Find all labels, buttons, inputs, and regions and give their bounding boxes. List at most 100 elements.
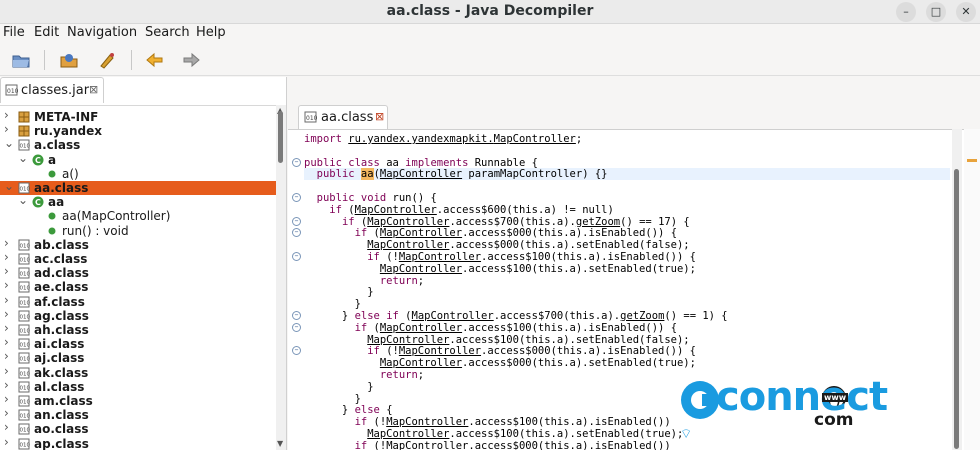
code-line[interactable]: } else if (MapController.access$700(this… xyxy=(304,310,728,322)
tree-item[interactable]: ⌄ Ca xyxy=(0,151,276,167)
tree-item[interactable]: ⌄ 010 aa.class xyxy=(0,179,276,195)
code-line[interactable]: if (!MapController.access$100(this.a).is… xyxy=(304,251,696,263)
code-line[interactable]: } else { xyxy=(304,404,393,416)
tree-item[interactable]: a() xyxy=(0,167,276,181)
fold-toggle-icon[interactable]: – xyxy=(292,216,301,226)
expand-icon[interactable]: › xyxy=(4,420,14,434)
expand-icon[interactable]: › xyxy=(4,378,14,392)
tree-item[interactable]: › 010 aj.class xyxy=(0,349,276,365)
tree-item[interactable]: › ru.yandex xyxy=(0,122,276,138)
collapse-icon[interactable]: ⌄ xyxy=(18,193,28,207)
close-button[interactable]: ✕ xyxy=(956,2,976,22)
fold-toggle-icon[interactable]: – xyxy=(292,346,301,356)
scrollbar-thumb[interactable] xyxy=(278,111,283,163)
tree-item[interactable]: ⌄ Caa xyxy=(0,193,276,209)
tree-item[interactable]: › 010 ao.class xyxy=(0,420,276,436)
expand-icon[interactable]: › xyxy=(4,335,14,349)
occurrence-marker[interactable] xyxy=(967,159,977,162)
code-line[interactable]: import ru.yandex.yandexmapkit.MapControl… xyxy=(304,133,582,145)
fold-toggle-icon[interactable]: – xyxy=(292,252,301,261)
code-line[interactable]: MapController.access$100(this.a).setEnab… xyxy=(304,334,689,346)
expand-icon[interactable]: › xyxy=(4,406,14,420)
collapse-icon[interactable]: ⌄ xyxy=(4,136,14,150)
expand-icon[interactable]: › xyxy=(4,321,14,335)
expand-icon[interactable]: › xyxy=(4,122,14,136)
tree-item[interactable]: › 010 ac.class xyxy=(0,250,276,266)
code-line[interactable]: return; xyxy=(304,275,424,287)
expand-icon[interactable]: › xyxy=(4,392,14,406)
code-line[interactable]: } xyxy=(304,393,361,405)
code-line[interactable]: } xyxy=(304,381,373,393)
code-line[interactable]: if (!MapController.access$100(this.a).is… xyxy=(304,416,671,428)
tree-item[interactable]: › 010 an.class xyxy=(0,406,276,422)
maximize-button[interactable]: □ xyxy=(926,2,946,22)
tree-item[interactable]: › META-INF xyxy=(0,108,276,124)
close-tab-icon[interactable]: ⊠ xyxy=(375,110,384,123)
expand-icon[interactable]: › xyxy=(4,250,14,264)
scroll-down-icon[interactable]: ▼ xyxy=(277,439,283,448)
expand-icon[interactable]: › xyxy=(4,364,14,378)
tree-scrollbar[interactable]: ▲ ▼ xyxy=(276,105,286,450)
tab-classes-jar[interactable]: 010 classes.jar ⊠ xyxy=(0,77,104,103)
tree-item[interactable]: › 010 ap.class xyxy=(0,435,276,450)
scrollbar-thumb[interactable] xyxy=(954,169,959,449)
code-line[interactable]: public void run() { xyxy=(304,192,437,204)
code-line[interactable]: if (MapController.access$000(this.a).isE… xyxy=(304,227,677,239)
close-tab-icon[interactable]: ⊠ xyxy=(89,83,98,96)
code-line[interactable]: MapController.access$100(this.a).setEnab… xyxy=(304,263,696,275)
tree-item[interactable]: › 010 ai.class xyxy=(0,335,276,351)
tree-item[interactable]: › 010 ah.class xyxy=(0,321,276,337)
fold-toggle-icon[interactable]: – xyxy=(292,322,301,332)
open-type-icon[interactable] xyxy=(58,50,80,70)
tree-item[interactable]: › 010 am.class xyxy=(0,392,276,408)
tree-item[interactable]: › 010 ak.class xyxy=(0,364,276,380)
expand-icon[interactable]: › xyxy=(4,236,14,250)
tree-item[interactable]: aa(MapController) xyxy=(0,209,276,223)
expand-icon[interactable]: › xyxy=(4,435,14,449)
expand-icon[interactable]: › xyxy=(4,349,14,363)
tree-item[interactable]: › 010 ae.class xyxy=(0,278,276,294)
tab-aa-class[interactable]: 010 aa.class ⊠ xyxy=(298,105,388,129)
code-line[interactable]: MapController.access$000(this.a).setEnab… xyxy=(304,239,689,251)
minimize-button[interactable]: – xyxy=(896,2,916,22)
expand-icon[interactable]: › xyxy=(4,307,14,321)
menu-search[interactable]: Search xyxy=(145,25,190,40)
expand-icon[interactable]: › xyxy=(4,278,14,292)
tree-item[interactable]: › 010 al.class xyxy=(0,378,276,394)
tree-item[interactable]: › 010 af.class xyxy=(0,293,276,309)
code-line[interactable]: if (!MapController.access$000(this.a).is… xyxy=(304,440,671,450)
tree-item[interactable]: run() : void xyxy=(0,224,276,238)
expand-icon[interactable]: › xyxy=(4,293,14,307)
code-line[interactable]: } xyxy=(304,286,373,298)
back-arrow-icon[interactable] xyxy=(144,50,166,70)
code-line[interactable]: if (MapController.access$100(this.a).isE… xyxy=(304,322,677,334)
code-line[interactable]: MapController.access$000(this.a).setEnab… xyxy=(304,357,696,369)
code-line[interactable]: return; xyxy=(304,369,424,381)
fold-toggle-icon[interactable]: – xyxy=(292,157,301,167)
code-line[interactable]: if (MapController.access$600(this.a) != … xyxy=(304,204,614,216)
collapse-icon[interactable]: ⌄ xyxy=(4,179,14,193)
fold-toggle-icon[interactable]: – xyxy=(292,193,301,202)
forward-arrow-icon[interactable] xyxy=(180,50,202,70)
code-line[interactable]: public aa(MapController paramMapControll… xyxy=(304,168,950,181)
code-line[interactable]: } xyxy=(304,298,361,310)
collapse-icon[interactable]: ⌄ xyxy=(18,151,28,165)
search-icon[interactable] xyxy=(96,50,118,70)
menu-file[interactable]: File xyxy=(3,25,25,40)
tree-item[interactable]: › 010 ag.class xyxy=(0,307,276,323)
menu-edit[interactable]: Edit xyxy=(34,25,59,40)
fold-toggle-icon[interactable]: – xyxy=(292,228,301,238)
fold-toggle-icon[interactable]: – xyxy=(292,311,301,320)
open-file-icon[interactable] xyxy=(10,50,32,70)
code-line[interactable]: if (MapController.access$700(this.a).get… xyxy=(304,216,690,228)
code-line[interactable]: MapController.access$100(this.a).setEnab… xyxy=(304,428,683,440)
code-line[interactable]: public class aa implements Runnable { xyxy=(304,157,538,169)
menu-help[interactable]: Help xyxy=(196,25,226,40)
menu-navigation[interactable]: Navigation xyxy=(67,25,137,40)
tree-item[interactable]: › 010 ad.class xyxy=(0,264,276,280)
editor-scrollbar[interactable] xyxy=(952,129,962,450)
tree-item[interactable]: ⌄ 010 a.class xyxy=(0,136,276,152)
code-line[interactable]: if (!MapController.access$000(this.a).is… xyxy=(304,345,696,357)
expand-icon[interactable]: › xyxy=(4,264,14,278)
tree-item[interactable]: › 010 ab.class xyxy=(0,236,276,252)
